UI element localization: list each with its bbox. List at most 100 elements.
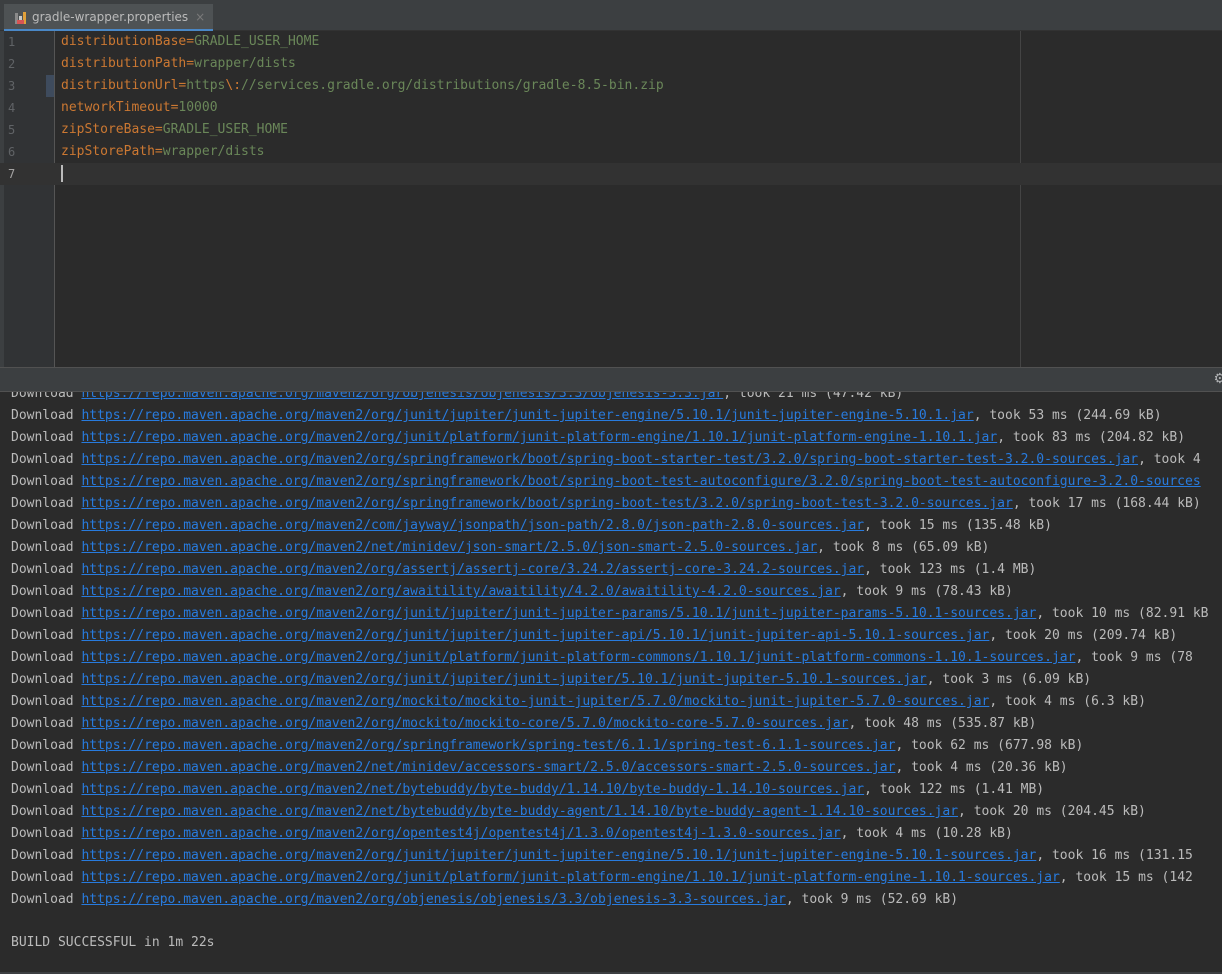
download-prefix: Download xyxy=(11,870,82,885)
download-stats: , took 123 ms (1.4 MB) xyxy=(864,562,1037,577)
download-link[interactable]: https://repo.maven.apache.org/maven2/org… xyxy=(81,430,997,445)
console-line: Download https://repo.maven.apache.org/m… xyxy=(11,471,1201,493)
download-link[interactable]: https://repo.maven.apache.org/maven2/net… xyxy=(81,540,817,555)
download-prefix: Download xyxy=(11,496,82,511)
download-stats: , took 9 ms (78 xyxy=(1075,650,1193,665)
download-stats: , took 9 ms (78.43 kB) xyxy=(840,584,1013,599)
download-link[interactable]: https://repo.maven.apache.org/maven2/org… xyxy=(81,408,973,423)
console-line: Download https://repo.maven.apache.org/m… xyxy=(11,405,1162,427)
download-prefix: Download xyxy=(11,848,82,863)
editor-line: 2 distributionPath=wrapper/dists xyxy=(0,53,1222,75)
download-link[interactable]: https://repo.maven.apache.org/maven2/org… xyxy=(81,392,723,401)
console-line: Download https://repo.maven.apache.org/m… xyxy=(11,559,1036,581)
download-stats: , took 10 ms (82.91 kB xyxy=(1036,606,1209,621)
download-link[interactable]: https://repo.maven.apache.org/maven2/org… xyxy=(81,606,1036,621)
line-number: 3 xyxy=(8,79,16,93)
code-text[interactable]: distributionPath=wrapper/dists xyxy=(61,53,296,75)
console-line: Download https://repo.maven.apache.org/m… xyxy=(11,625,1177,647)
download-prefix: Download xyxy=(11,804,82,819)
download-link[interactable]: https://repo.maven.apache.org/maven2/org… xyxy=(81,672,926,687)
download-link[interactable]: https://repo.maven.apache.org/maven2/org… xyxy=(81,870,1059,885)
download-prefix: Download xyxy=(11,716,82,731)
download-link[interactable]: https://repo.maven.apache.org/maven2/net… xyxy=(81,782,864,797)
panel-splitter[interactable]: ⚙ xyxy=(0,367,1222,392)
code-text[interactable]: networkTimeout=10000 xyxy=(61,97,218,119)
download-link[interactable]: https://repo.maven.apache.org/maven2/org… xyxy=(81,452,1138,467)
download-link[interactable]: https://repo.maven.apache.org/maven2/org… xyxy=(81,738,895,753)
console-line: Download https://repo.maven.apache.org/m… xyxy=(11,757,1068,779)
download-prefix: Download xyxy=(11,892,82,907)
download-stats: , took 53 ms (244.69 kB) xyxy=(973,408,1162,423)
download-stats: , took 4 ms (6.3 kB) xyxy=(989,694,1146,709)
text-caret xyxy=(61,165,63,182)
download-prefix: Download xyxy=(11,518,82,533)
download-link[interactable]: https://repo.maven.apache.org/maven2/org… xyxy=(81,694,989,709)
build-output-console[interactable]: Download https://repo.maven.apache.org/m… xyxy=(0,392,1222,974)
download-link[interactable]: https://repo.maven.apache.org/maven2/net… xyxy=(81,760,895,775)
download-prefix: Download xyxy=(11,782,82,797)
download-prefix: Download xyxy=(11,540,82,555)
download-prefix: Download xyxy=(11,474,82,489)
download-prefix: Download xyxy=(11,672,82,687)
download-link[interactable]: https://repo.maven.apache.org/maven2/org… xyxy=(81,584,840,599)
download-stats: , took 62 ms (677.98 kB) xyxy=(895,738,1084,753)
console-line: Download https://repo.maven.apache.org/m… xyxy=(11,392,903,405)
download-link[interactable]: https://repo.maven.apache.org/maven2/org… xyxy=(81,892,785,907)
close-icon[interactable]: × xyxy=(195,10,205,24)
code-text[interactable]: zipStorePath=wrapper/dists xyxy=(61,141,265,163)
download-stats: , took 4 ms (10.28 kB) xyxy=(840,826,1013,841)
download-prefix: Download xyxy=(11,606,82,621)
download-link[interactable]: https://repo.maven.apache.org/maven2/org… xyxy=(81,562,864,577)
download-stats: , took 20 ms (204.45 kB) xyxy=(958,804,1146,819)
editor-line: 6 zipStorePath=wrapper/dists xyxy=(0,141,1222,163)
download-prefix: Download xyxy=(11,562,82,577)
download-stats: , took 4 ms (20.36 kB) xyxy=(895,760,1068,775)
download-link[interactable]: https://repo.maven.apache.org/maven2/org… xyxy=(81,496,1012,511)
console-line: Download https://repo.maven.apache.org/m… xyxy=(11,735,1083,757)
line-number: 6 xyxy=(8,145,16,159)
download-prefix: Download xyxy=(11,452,82,467)
line-number: 4 xyxy=(8,101,16,115)
code-text[interactable]: distributionBase=GRADLE_USER_HOME xyxy=(61,31,319,53)
console-line: Download https://repo.maven.apache.org/m… xyxy=(11,515,1052,537)
download-link[interactable]: https://repo.maven.apache.org/maven2/org… xyxy=(81,474,1200,489)
tab-label: gradle-wrapper.properties xyxy=(32,9,189,24)
editor-line: 1 distributionBase=GRADLE_USER_HOME xyxy=(0,31,1222,53)
console-line: Download https://repo.maven.apache.org/m… xyxy=(11,713,1036,735)
code-text[interactable]: distributionUrl=https\://services.gradle… xyxy=(61,75,664,97)
gradle-file-icon xyxy=(14,10,28,24)
console-line: Download https://repo.maven.apache.org/m… xyxy=(11,603,1209,625)
download-stats: , took 17 ms (168.44 kB) xyxy=(1012,496,1201,511)
gear-icon[interactable]: ⚙ xyxy=(1213,371,1222,387)
download-link[interactable]: https://repo.maven.apache.org/maven2/org… xyxy=(81,848,1036,863)
download-prefix: Download xyxy=(11,628,82,643)
download-link[interactable]: https://repo.maven.apache.org/maven2/org… xyxy=(81,628,989,643)
line-number: 2 xyxy=(8,57,16,71)
download-link[interactable]: https://repo.maven.apache.org/maven2/org… xyxy=(81,826,840,841)
editor-line: 4 networkTimeout=10000 xyxy=(0,97,1222,119)
console-line: Download https://repo.maven.apache.org/m… xyxy=(11,581,1013,603)
download-link[interactable]: https://repo.maven.apache.org/maven2/net… xyxy=(81,804,958,819)
download-prefix: Download xyxy=(11,738,82,753)
line-number: 5 xyxy=(8,123,16,137)
code-editor[interactable]: 1 distributionBase=GRADLE_USER_HOME 2 di… xyxy=(0,31,1222,367)
console-line: Download https://repo.maven.apache.org/m… xyxy=(11,691,1146,713)
console-line: Download https://repo.maven.apache.org/m… xyxy=(11,537,989,559)
download-stats: , took 83 ms (204.82 kB) xyxy=(997,430,1186,445)
download-stats: , took 4 xyxy=(1138,452,1201,467)
download-link[interactable]: https://repo.maven.apache.org/maven2/org… xyxy=(81,716,848,731)
download-prefix: Download xyxy=(11,826,82,841)
tab-gradle-wrapper-properties[interactable]: gradle-wrapper.properties × xyxy=(4,4,214,31)
console-line: Download https://repo.maven.apache.org/m… xyxy=(11,823,1013,845)
console-line: Download https://repo.maven.apache.org/m… xyxy=(11,889,958,911)
download-prefix: Download xyxy=(11,650,82,665)
download-stats: , took 15 ms (135.48 kB) xyxy=(864,518,1052,533)
code-text[interactable]: zipStoreBase=GRADLE_USER_HOME xyxy=(61,119,288,141)
download-link[interactable]: https://repo.maven.apache.org/maven2/org… xyxy=(81,650,1075,665)
download-stats: , took 122 ms (1.41 MB) xyxy=(864,782,1045,797)
download-stats: , took 21 ms (47.42 kB) xyxy=(723,392,904,401)
download-link[interactable]: https://repo.maven.apache.org/maven2/com… xyxy=(81,518,864,533)
download-stats: , took 8 ms (65.09 kB) xyxy=(817,540,990,555)
console-line: Download https://repo.maven.apache.org/m… xyxy=(11,845,1193,867)
download-prefix: Download xyxy=(11,392,82,401)
